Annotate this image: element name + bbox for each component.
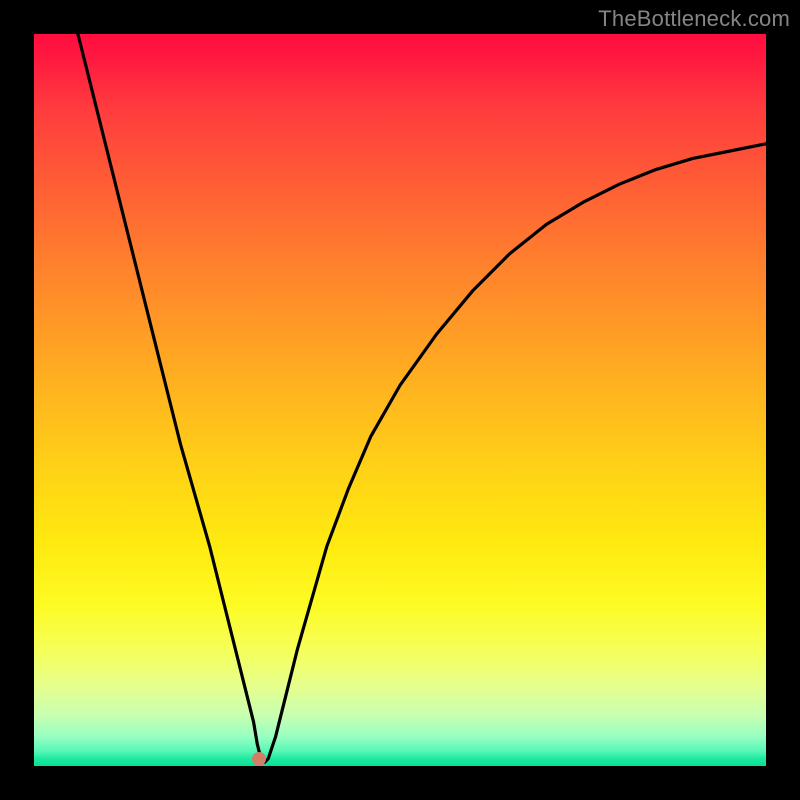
bottleneck-curve [34,34,766,766]
watermark-text: TheBottleneck.com [598,6,790,32]
chart-frame: TheBottleneck.com [0,0,800,800]
plot-area [34,34,766,766]
optimal-point-marker [252,752,266,766]
